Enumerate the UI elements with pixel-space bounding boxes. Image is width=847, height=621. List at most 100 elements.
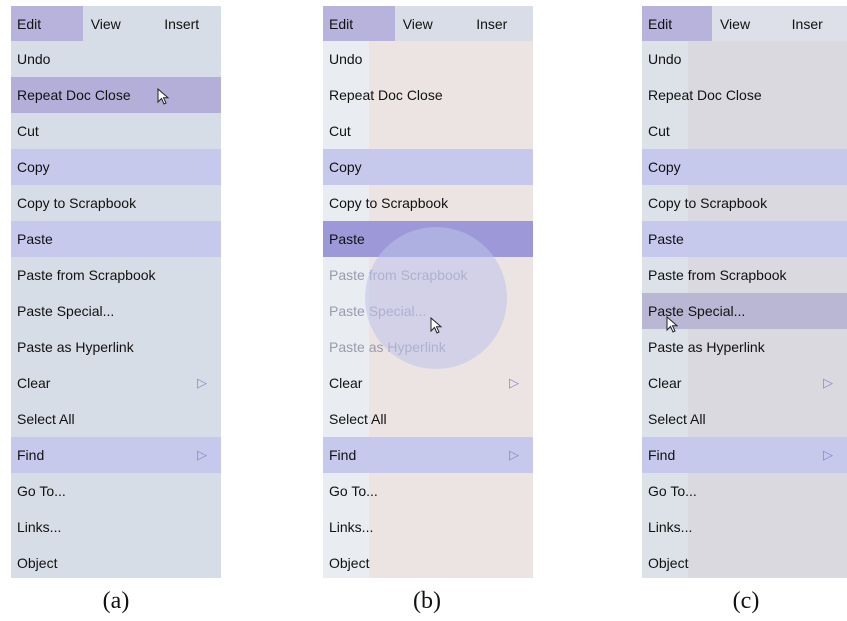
menu-item-paste-as-hyperlink[interactable]: Paste as Hyperlink bbox=[642, 329, 847, 365]
menu-item-copy-to-scrapbook[interactable]: Copy to Scrapbook bbox=[642, 185, 847, 221]
menu-item-label: Paste from Scrapbook bbox=[648, 267, 787, 283]
menu-item-label: Copy to Scrapbook bbox=[329, 195, 449, 211]
menu-item-undo[interactable]: Undo bbox=[323, 41, 533, 77]
menu-item-paste-from-scrapbook[interactable]: Paste from Scrapbook bbox=[642, 257, 847, 293]
menu-item-paste-as-hyperlink[interactable]: Paste as Hyperlink bbox=[11, 329, 221, 365]
menu-item-paste-from-scrapbook[interactable]: Paste from Scrapbook bbox=[323, 257, 533, 293]
menu-item-repeat-doc-close[interactable]: Repeat Doc Close bbox=[11, 77, 221, 113]
menu-item-label: Clear bbox=[17, 375, 51, 391]
menu-item-paste[interactable]: Paste bbox=[642, 221, 847, 257]
menu-item-label: Repeat Doc Close bbox=[648, 87, 762, 103]
edit-menu-panel-b: Edit View Inser Undo Repeat Doc Close Cu… bbox=[323, 6, 533, 578]
menu-item-go-to[interactable]: Go To... bbox=[323, 473, 533, 509]
menu-item-label: Go To... bbox=[329, 483, 378, 499]
menu-insert[interactable]: Inser bbox=[786, 6, 847, 41]
caption-b: (b) bbox=[413, 588, 441, 614]
menu-item-cut[interactable]: Cut bbox=[11, 113, 221, 149]
menu-item-undo[interactable]: Undo bbox=[11, 41, 221, 77]
menu-item-links[interactable]: Links... bbox=[323, 509, 533, 545]
menu-item-paste-special[interactable]: Paste Special... bbox=[323, 293, 533, 329]
menu-item-copy-to-scrapbook[interactable]: Copy to Scrapbook bbox=[323, 185, 533, 221]
mouse-pointer-icon bbox=[157, 88, 170, 105]
menu-item-paste-from-scrapbook[interactable]: Paste from Scrapbook bbox=[11, 257, 221, 293]
menu-item-paste[interactable]: Paste bbox=[323, 221, 533, 257]
menu-view[interactable]: View bbox=[395, 6, 470, 41]
menu-item-find[interactable]: Find ▷ bbox=[11, 437, 221, 473]
menu-item-go-to[interactable]: Go To... bbox=[11, 473, 221, 509]
mouse-pointer-icon bbox=[430, 317, 443, 334]
menu-item-label: Paste bbox=[648, 231, 684, 247]
menu-item-label: Repeat Doc Close bbox=[329, 87, 443, 103]
menu-item-label: Object bbox=[17, 555, 58, 571]
menu-item-find[interactable]: Find ▷ bbox=[642, 437, 847, 473]
menu-edit[interactable]: Edit bbox=[323, 6, 395, 41]
menu-item-repeat-doc-close[interactable]: Repeat Doc Close bbox=[323, 77, 533, 113]
menu-item-label: Copy to Scrapbook bbox=[17, 195, 137, 211]
menu-item-object[interactable]: Object bbox=[323, 545, 533, 578]
menu-item-label: Object bbox=[329, 555, 370, 571]
submenu-arrow-icon: ▷ bbox=[823, 375, 833, 390]
menu-item-label: Select All bbox=[329, 411, 387, 427]
menubar: Edit View Insert bbox=[11, 6, 221, 41]
edit-menu-dropdown: Undo Repeat Doc Close Cut Copy Copy to S… bbox=[642, 41, 847, 578]
menu-item-cut[interactable]: Cut bbox=[323, 113, 533, 149]
menubar: Edit View Inser bbox=[323, 6, 533, 41]
menu-item-copy[interactable]: Copy bbox=[11, 149, 221, 185]
menu-item-copy[interactable]: Copy bbox=[323, 149, 533, 185]
menu-item-find[interactable]: Find ▷ bbox=[323, 437, 533, 473]
menu-edit[interactable]: Edit bbox=[11, 6, 83, 41]
menu-item-label: Cut bbox=[648, 123, 670, 139]
submenu-arrow-icon: ▷ bbox=[509, 375, 519, 390]
menu-insert[interactable]: Insert bbox=[158, 6, 221, 41]
mouse-pointer-icon bbox=[666, 316, 679, 333]
menu-item-label: Paste from Scrapbook bbox=[329, 267, 468, 283]
menu-item-paste-special[interactable]: Paste Special... bbox=[11, 293, 221, 329]
edit-menu-dropdown: Undo Repeat Doc Close Cut Copy Copy to S… bbox=[323, 41, 533, 578]
menu-item-cut[interactable]: Cut bbox=[642, 113, 847, 149]
menu-item-label: Paste from Scrapbook bbox=[17, 267, 156, 283]
menu-insert[interactable]: Inser bbox=[470, 6, 533, 41]
menu-item-paste[interactable]: Paste bbox=[11, 221, 221, 257]
menu-item-clear[interactable]: Clear ▷ bbox=[642, 365, 847, 401]
menu-item-undo[interactable]: Undo bbox=[642, 41, 847, 77]
caption-a: (a) bbox=[102, 588, 130, 614]
edit-menu-panel-c: Edit View Inser Undo Repeat Doc Close Cu… bbox=[642, 6, 847, 578]
menu-item-copy[interactable]: Copy bbox=[642, 149, 847, 185]
menu-item-label: Copy bbox=[329, 159, 362, 175]
submenu-arrow-icon: ▷ bbox=[197, 375, 207, 390]
menu-item-paste-as-hyperlink[interactable]: Paste as Hyperlink bbox=[323, 329, 533, 365]
menu-view[interactable]: View bbox=[712, 6, 786, 41]
caption-c: (c) bbox=[732, 588, 760, 614]
menu-item-object[interactable]: Object bbox=[642, 545, 847, 578]
menu-item-label: Paste as Hyperlink bbox=[648, 339, 765, 355]
submenu-arrow-icon: ▷ bbox=[823, 447, 833, 462]
menubar: Edit View Inser bbox=[642, 6, 847, 41]
menu-item-label: Cut bbox=[329, 123, 351, 139]
menu-item-copy-to-scrapbook[interactable]: Copy to Scrapbook bbox=[11, 185, 221, 221]
menu-item-select-all[interactable]: Select All bbox=[11, 401, 221, 437]
menu-item-label: Object bbox=[648, 555, 689, 571]
menu-edit[interactable]: Edit bbox=[642, 6, 712, 41]
edit-menu-dropdown: Undo Repeat Doc Close Cut Copy Copy to S… bbox=[11, 41, 221, 578]
menu-item-label: Paste as Hyperlink bbox=[329, 339, 446, 355]
menu-item-select-all[interactable]: Select All bbox=[323, 401, 533, 437]
submenu-arrow-icon: ▷ bbox=[509, 447, 519, 462]
menu-item-select-all[interactable]: Select All bbox=[642, 401, 847, 437]
menu-item-clear[interactable]: Clear ▷ bbox=[11, 365, 221, 401]
menu-item-object[interactable]: Object bbox=[11, 545, 221, 578]
menu-item-label: Repeat Doc Close bbox=[17, 87, 131, 103]
menu-item-repeat-doc-close[interactable]: Repeat Doc Close bbox=[642, 77, 847, 113]
menu-view[interactable]: View bbox=[83, 6, 158, 41]
menu-item-links[interactable]: Links... bbox=[642, 509, 847, 545]
menu-item-label: Select All bbox=[648, 411, 706, 427]
menu-item-label: Copy bbox=[648, 159, 681, 175]
menu-item-clear[interactable]: Clear ▷ bbox=[323, 365, 533, 401]
menu-item-go-to[interactable]: Go To... bbox=[642, 473, 847, 509]
submenu-arrow-icon: ▷ bbox=[197, 447, 207, 462]
menu-item-links[interactable]: Links... bbox=[11, 509, 221, 545]
menu-item-label: Links... bbox=[17, 519, 62, 535]
menu-item-label: Find bbox=[648, 447, 676, 463]
menu-item-label: Paste as Hyperlink bbox=[17, 339, 134, 355]
menu-item-label: Paste Special... bbox=[329, 303, 427, 319]
menu-item-label: Select All bbox=[17, 411, 75, 427]
